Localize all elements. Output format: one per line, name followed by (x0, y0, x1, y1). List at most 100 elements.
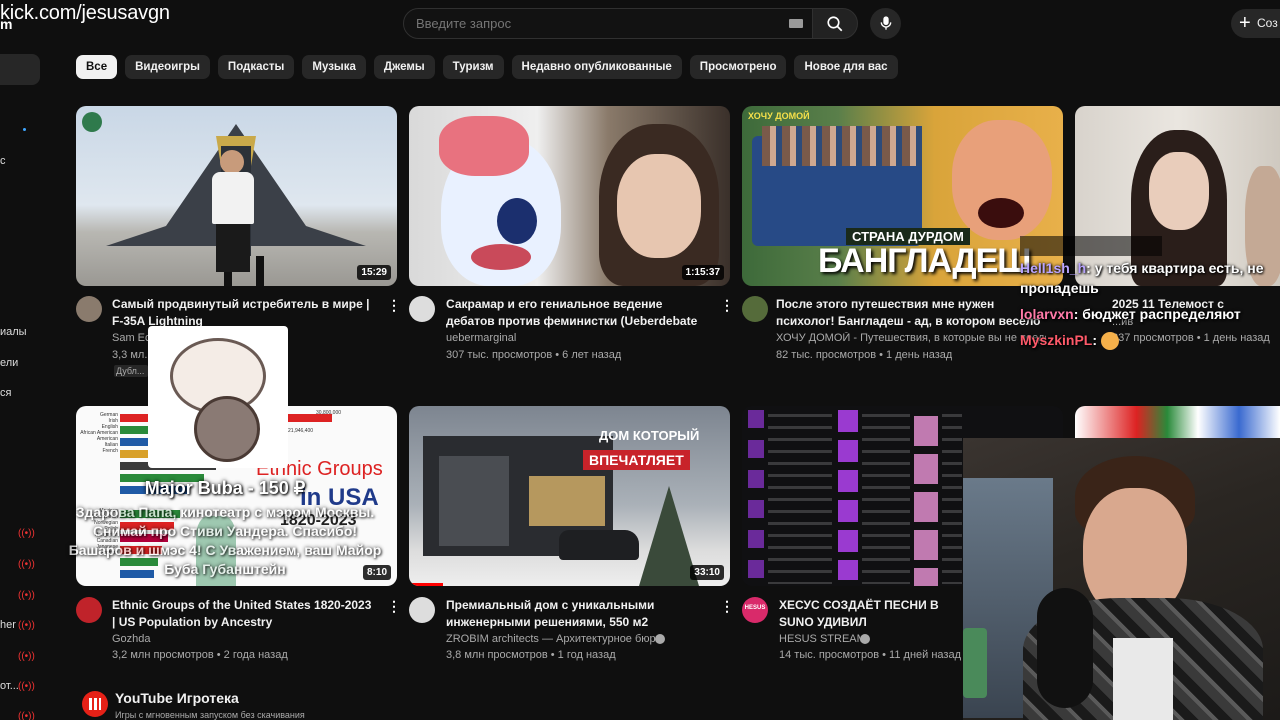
song-list-text (942, 414, 962, 584)
channel-avatar[interactable]: HESUS (742, 597, 768, 623)
live-icon: ((•)) (18, 711, 35, 720)
channel-avatar[interactable] (409, 597, 435, 623)
man-mouth (978, 198, 1024, 228)
create-button[interactable]: + Соз (1231, 9, 1280, 38)
grid-dots-icon (89, 698, 101, 710)
donation-alert: Major Buba - 150 ₽ Здарова Папа, кинотеа… (60, 478, 390, 579)
car-illustration (559, 530, 639, 560)
plus-icon: + (1239, 12, 1251, 34)
house-wall (439, 456, 509, 546)
video-title[interactable]: Самый продвинутый истребитель в мире | F… (112, 296, 376, 330)
mascot-hat (439, 116, 529, 176)
live-icon: ((•)) (18, 528, 35, 539)
video-thumbnail[interactable]: ДОМ КОТОРЫЙ ВПЕЧАТЛЯЕТ 33:10 (409, 406, 730, 586)
channel-avatar[interactable] (742, 296, 768, 322)
screen: + Соз kick.com/jesusavgn m с иалы ели ся… (0, 0, 1280, 720)
crowd-illustration (762, 126, 922, 166)
watch-progress-bar (409, 583, 443, 586)
filter-chips-bar: Все Видеоигры Подкасты Музыка Джемы Тури… (76, 55, 898, 80)
channel-name[interactable]: HESUS STREAM (779, 633, 866, 645)
chart-labels: German Irish English African American Americ… (80, 412, 118, 454)
sidebar-item-fragment[interactable]: иалы (0, 326, 27, 338)
video-title[interactable]: Премиальный дом с уникальными инженерным… (446, 597, 712, 631)
more-vert-icon[interactable]: ⋮ (387, 298, 401, 312)
donation-sticker (148, 326, 288, 468)
live-icon: ((•)) (18, 651, 35, 662)
shelf-title[interactable]: YouTube Игротека (115, 690, 239, 706)
channel-name[interactable]: uebermarginal (446, 332, 516, 344)
sidebar-item-fragment[interactable]: her (0, 619, 16, 631)
search-input[interactable] (416, 16, 776, 31)
dubbed-badge: Дубл... (114, 365, 148, 377)
thumbnail-headline: ВПЕЧАТЛЯЕТ (583, 450, 690, 470)
video-duration: 1:15:37 (681, 265, 724, 280)
chip-all[interactable]: Все (76, 55, 118, 79)
more-vert-icon[interactable]: ⋮ (720, 298, 734, 312)
voice-search-button[interactable] (870, 8, 901, 39)
channel-avatar[interactable] (76, 296, 102, 322)
chip-podcasts[interactable]: Подкасты (217, 55, 295, 79)
video-thumbnail[interactable] (1075, 406, 1280, 438)
woman-face (1149, 152, 1209, 230)
video-title[interactable]: Ethnic Groups of the United States 1820-… (112, 597, 376, 631)
video-title[interactable]: Сакрамар и его гениальное ведение дебато… (446, 296, 712, 330)
shelf-subtitle: Игры с мгновенным запуском без скачивани… (115, 710, 305, 720)
sidebar-item-fragment[interactable]: с (0, 155, 6, 167)
video-thumbnail[interactable]: 15:29 (76, 106, 397, 286)
create-label: Соз (1257, 16, 1278, 30)
song-list-text (768, 414, 832, 584)
sidebar-item-fragment[interactable]: ся (0, 387, 11, 399)
mascot-eye (497, 198, 537, 244)
chip-recently-uploaded[interactable]: Недавно опубликованные (511, 55, 682, 79)
house-window (529, 476, 605, 526)
playables-logo-icon (82, 691, 108, 717)
chip-new-for-you[interactable]: Новое для вас (794, 55, 898, 79)
search-icon (827, 16, 843, 32)
donation-message: Здарова Папа, кинотеатр с мэром Москвы. … (68, 504, 382, 577)
playlist-art-column (748, 410, 764, 580)
video-duration: 15:29 (357, 265, 391, 280)
video-meta: 3,3 мл... (112, 349, 148, 361)
verified-icon (860, 634, 870, 644)
video-title[interactable]: После этого путешествия мне нужен психол… (776, 296, 1046, 330)
bottle (963, 628, 987, 698)
more-vert-icon[interactable]: ⋮ (387, 599, 401, 613)
live-icon: ((•)) (18, 559, 35, 570)
video-thumbnail[interactable]: 1:15:37 (409, 106, 730, 286)
chip-watched[interactable]: Просмотрено (689, 55, 787, 79)
keyboard-icon[interactable] (789, 19, 803, 28)
cat-face (194, 396, 260, 462)
thumbnail-headline: ДОМ КОТОРЫЙ (599, 428, 700, 443)
chip-jams[interactable]: Джемы (373, 55, 435, 79)
chip-tourism[interactable]: Туризм (442, 55, 504, 79)
sidebar-item-fragment[interactable]: ели (0, 357, 18, 369)
channel-name[interactable]: Gozhda (112, 633, 151, 645)
chart-value: 30,800,000 (316, 410, 342, 416)
song-list-text (862, 414, 910, 584)
chip-music[interactable]: Музыка (302, 55, 366, 79)
more-vert-icon[interactable]: ⋮ (720, 599, 734, 613)
channel-name[interactable]: Sam Ec... (112, 332, 148, 344)
chat-message: MyszkinPL: (1020, 330, 1280, 351)
sidebar-item-fragment[interactable]: от... (0, 680, 19, 692)
person-pants (216, 224, 250, 272)
chip-video-games[interactable]: Видеоигры (125, 55, 210, 79)
subscriptions-new-dot (23, 128, 26, 131)
channel-watermark: ХОЧУ ДОМОЙ (748, 111, 810, 121)
channel-avatar[interactable] (409, 296, 435, 322)
search-box[interactable] (403, 8, 813, 39)
channel-name[interactable]: ХОЧУ ДОМОЙ - Путешествия, в которые вы н… (776, 332, 1046, 344)
video-meta: 3,8 млн просмотров • 1 год назад (446, 649, 616, 661)
search-button[interactable] (812, 8, 858, 39)
thumbnail-headline: БАНГЛАДЕШ (818, 242, 1031, 280)
microphone-icon (880, 16, 892, 30)
stream-url-overlay: kick.com/jesusavgn (0, 2, 170, 24)
video-meta: 307 тыс. просмотров • 6 лет назад (446, 349, 622, 361)
live-icon: ((•)) (18, 620, 35, 631)
mascot-mouth (471, 244, 531, 270)
video-thumbnail[interactable]: ХОЧУ ДОМОЙ СТРАНА ДУРДОМ БАНГЛАДЕШ (742, 106, 1063, 286)
sidebar-item-home[interactable] (0, 54, 40, 85)
channel-name[interactable]: ZROBIM architects — Архитектурное бюро (446, 633, 662, 645)
video-title[interactable]: ХЕСУС СОЗДАЁТ ПЕСНИ В SUNO УДИВИЛ (779, 597, 963, 631)
channel-avatar[interactable] (76, 597, 102, 623)
